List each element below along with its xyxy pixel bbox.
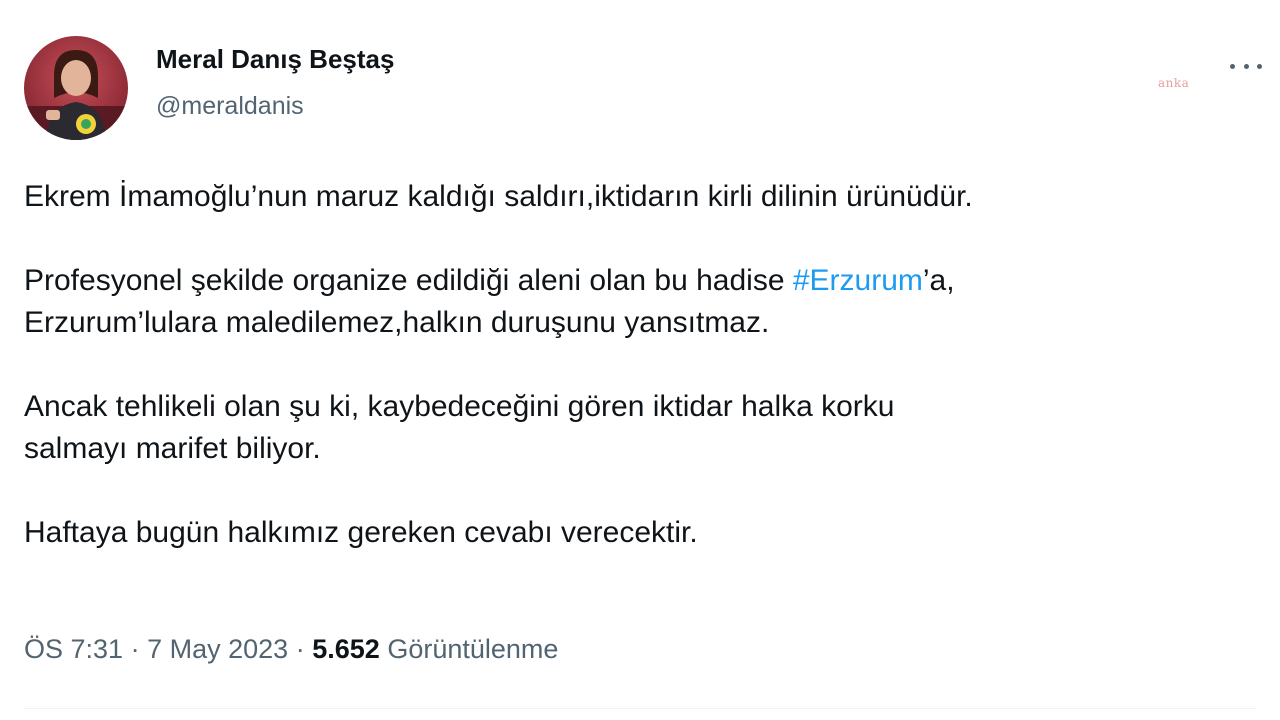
more-horizontal-icon-dot bbox=[1243, 63, 1249, 69]
tweet-paragraph-2-line-2: Erzurum’lulara maledilemez,halkın duruşu… bbox=[24, 306, 770, 339]
tweet-paragraph-1: Ekrem İmamoğlu’nun maruz kaldığı saldırı… bbox=[24, 180, 973, 213]
tweet-meta: ÖS 7:31 · 7 May 2023 · 5.652 Görüntülenm… bbox=[24, 634, 558, 665]
avatar[interactable] bbox=[24, 36, 128, 140]
divider bbox=[24, 708, 1256, 709]
watermark: anka bbox=[1158, 76, 1190, 90]
avatar-image bbox=[24, 36, 128, 140]
author-handle[interactable]: @meraldanis bbox=[156, 92, 304, 121]
more-options-button[interactable] bbox=[1226, 56, 1266, 76]
tweet-text: Ekrem İmamoğlu’nun maruz kaldığı saldırı… bbox=[24, 176, 1260, 554]
tweet-text-segment: ’a, bbox=[922, 264, 955, 297]
tweet-paragraph-4: Haftaya bugün halkımız gereken cevabı ve… bbox=[24, 516, 698, 549]
author-name[interactable]: Meral Danış Beştaş bbox=[156, 44, 394, 75]
tweet-text-segment: Profesyonel şekilde organize edildiği al… bbox=[24, 264, 793, 297]
meta-separator: · bbox=[295, 634, 305, 664]
tweet-time[interactable]: ÖS 7:31 bbox=[24, 634, 123, 664]
hashtag-link[interactable]: #Erzurum bbox=[793, 264, 923, 297]
tweet-card: Meral Danış Beştaş @meraldanis anka Ekre… bbox=[0, 0, 1280, 720]
tweet-paragraph-3-line-2: salmayı marifet biliyor. bbox=[24, 432, 321, 465]
views-count: 5.652 bbox=[312, 634, 380, 664]
meta-separator: · bbox=[130, 634, 140, 664]
tweet-paragraph-2: Profesyonel şekilde organize edildiği al… bbox=[24, 260, 1260, 302]
more-horizontal-icon bbox=[1230, 63, 1235, 69]
tweet-paragraph-3: Ancak tehlikeli olan şu ki, kaybedeceğin… bbox=[24, 390, 895, 423]
tweet-date[interactable]: 7 May 2023 bbox=[147, 634, 288, 664]
more-horizontal-icon-dot bbox=[1257, 63, 1262, 69]
views-label: Görüntülenme bbox=[387, 634, 559, 664]
